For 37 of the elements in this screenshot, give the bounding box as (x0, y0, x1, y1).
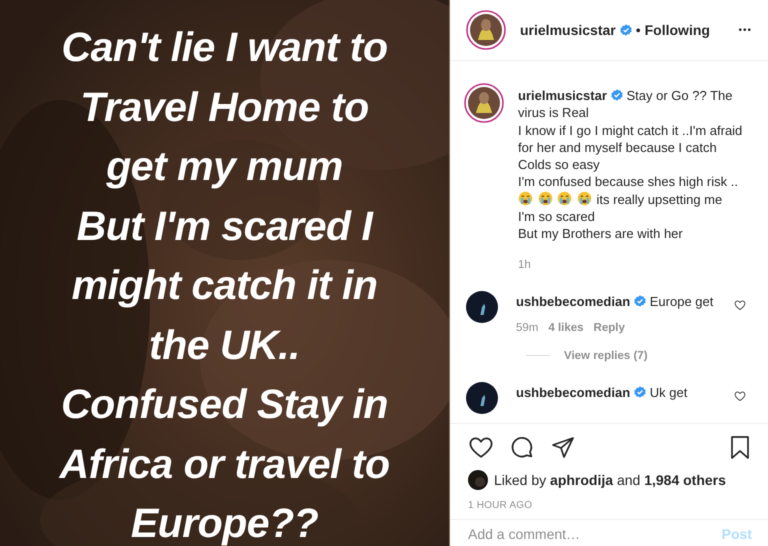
post-text-line: the UK.. (149, 320, 300, 370)
post-text-line: Confused Stay in (61, 380, 388, 429)
crying-emoji-icon (576, 190, 592, 206)
comment-text: ushbebecomedian Europe get (516, 292, 714, 310)
avatar[interactable] (466, 290, 498, 323)
post-text-line: get my mum (106, 142, 343, 191)
crying-emoji-icon (557, 190, 572, 206)
username-link[interactable]: urielmusicstar (518, 88, 607, 103)
avatar[interactable] (466, 10, 506, 50)
comment-time: 59m (516, 322, 538, 334)
post-text-line: Can't lie I want to (62, 23, 388, 72)
bookmark-icon[interactable] (728, 434, 752, 460)
avatar[interactable] (464, 83, 504, 123)
separator-dot: • (636, 22, 641, 38)
more-options-button[interactable]: ••• (738, 24, 752, 36)
avatar[interactable] (468, 470, 488, 490)
post-text-line: Africa or travel to (60, 440, 390, 488)
avatar[interactable] (466, 382, 498, 414)
post-text-line: Travel Home to (80, 82, 369, 132)
post-text-line: Europe?? (130, 499, 318, 546)
following-button[interactable]: Following (644, 22, 710, 38)
post-timestamp: 1 HOUR AGO (467, 499, 534, 513)
post-text-line: might catch it in (72, 261, 378, 310)
post-time: 1h (518, 258, 532, 271)
liked-by-text: Liked by aphrodija and 1,984 others (494, 472, 726, 488)
username-link[interactable]: ushbebecomedian (516, 384, 630, 400)
crying-emoji-icon (538, 190, 553, 206)
like-heart-icon[interactable] (734, 298, 746, 311)
post-text-line: But I'm scared I (76, 202, 372, 250)
comment-text: ushbebecomedian Uk get (516, 384, 688, 401)
comment-bubble-icon[interactable] (510, 434, 535, 460)
caption-text: urielmusicstar Stay or Go ?? The virus is Real I know if I go I might catch it ..I'm afraid for her and myself because I catch Colds so easy I'm confused because shes high risk .. its really upsetting me I'm so scared But my Brothers are with her (518, 87, 744, 243)
username-link[interactable]: ushbebecomedian (516, 294, 630, 309)
username-link[interactable]: urielmusicstar (520, 22, 616, 38)
like-heart-icon[interactable] (734, 390, 746, 402)
send-arrow-icon[interactable] (551, 435, 575, 459)
crying-emoji-icon (518, 190, 533, 206)
